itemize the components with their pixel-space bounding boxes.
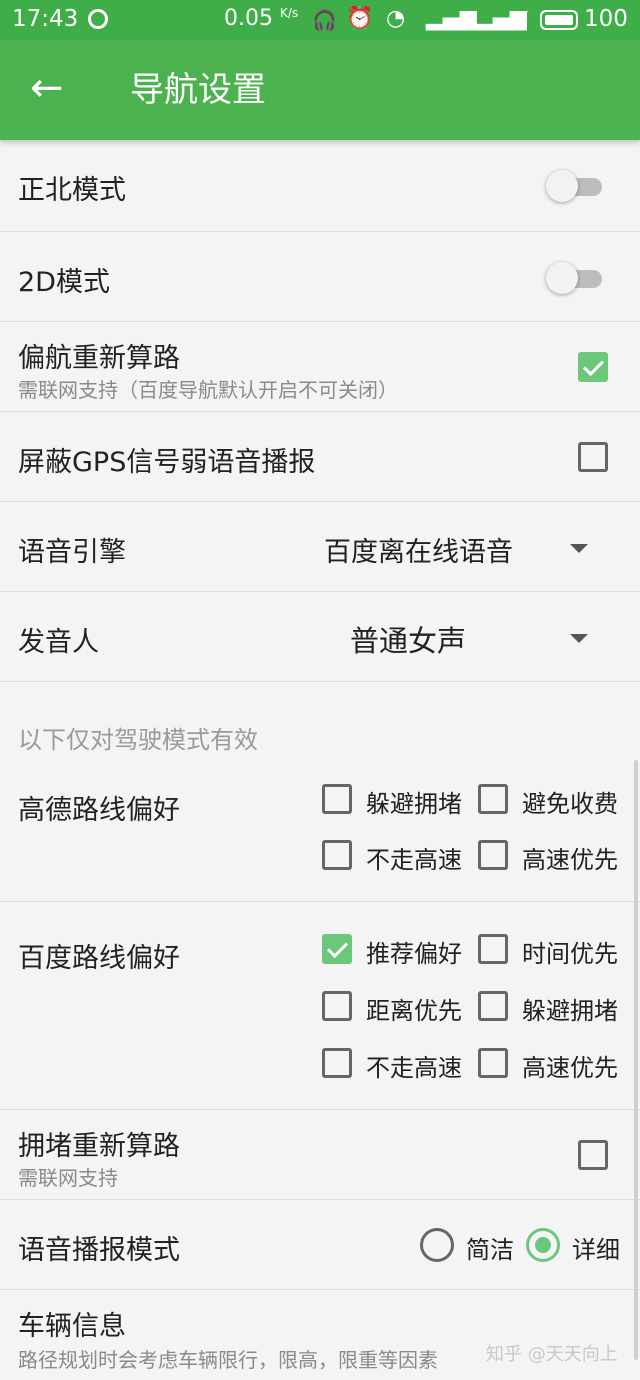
baidu-opt-label[interactable]: 躲避拥堵 bbox=[522, 991, 618, 1026]
setting-label: 偏航重新算路 bbox=[18, 343, 180, 374]
setting-gaode-route-pref: 高德路线偏好 躲避拥堵 避免收费 不走高速 高速优先 bbox=[0, 760, 640, 902]
setting-label: 正北模式 bbox=[18, 175, 126, 206]
watermark: 知乎 @天天向上 bbox=[486, 1344, 618, 1365]
reroute-offtrack-checkbox[interactable] bbox=[578, 352, 608, 382]
headphone-icon: 🎧 bbox=[312, 8, 337, 32]
setting-sublabel: 路径规划时会考虑车辆限行，限高，限重等因素 bbox=[18, 1348, 438, 1372]
battery-level: 100 bbox=[584, 6, 628, 32]
gaode-opt-label[interactable]: 避免收费 bbox=[522, 784, 618, 819]
signal-4g-icon: ▂▄▆ bbox=[426, 6, 477, 31]
gaode-opt-label[interactable]: 躲避拥堵 bbox=[366, 784, 462, 819]
setting-voice-engine[interactable]: 语音引擎 百度离在线语音 bbox=[0, 502, 640, 592]
baidu-opt-label[interactable]: 推荐偏好 bbox=[366, 934, 462, 969]
app-bar: ← 导航设置 bbox=[0, 40, 640, 140]
gaode-opt-avoid-congestion-checkbox[interactable] bbox=[322, 784, 352, 814]
setting-label: 屏蔽GPS信号弱语音播报 bbox=[18, 447, 316, 478]
toggle-thumb bbox=[546, 262, 578, 294]
setting-label: 语音播报模式 bbox=[18, 1235, 180, 1266]
page-title: 导航设置 bbox=[130, 70, 266, 110]
status-bar: 17:43 0.05 K/s 🎧 ⏰ ◔ ▂▄▆ ▂▄▆ ⚡ 100 bbox=[0, 0, 640, 40]
baidu-opt-label[interactable]: 高速优先 bbox=[522, 1048, 618, 1083]
setting-2d-mode[interactable]: 2D模式 bbox=[0, 232, 640, 322]
baidu-opt-label[interactable]: 距离优先 bbox=[366, 991, 462, 1026]
setting-speaker[interactable]: 发音人 普通女声 bbox=[0, 592, 640, 682]
setting-reroute-offtrack[interactable]: 偏航重新算路 需联网支持（百度导航默认开启不可关闭） bbox=[0, 322, 640, 412]
congestion-reroute-checkbox[interactable] bbox=[578, 1140, 608, 1170]
baidu-opt-recommended-checkbox[interactable] bbox=[322, 934, 352, 964]
voice-engine-value[interactable]: 百度离在线语音 bbox=[324, 530, 513, 569]
voice-mode-option-label[interactable]: 简洁 bbox=[466, 1230, 514, 1265]
gaode-opt-label[interactable]: 高速优先 bbox=[522, 840, 618, 875]
baidu-opt-time-first-checkbox[interactable] bbox=[478, 934, 508, 964]
setting-label: 高德路线偏好 bbox=[18, 795, 180, 826]
setting-baidu-route-pref: 百度路线偏好 推荐偏好 时间优先 距离优先 躲避拥堵 不走高速 高速优先 bbox=[0, 902, 640, 1110]
voice-mode-detailed-radio[interactable] bbox=[526, 1228, 560, 1262]
setting-voice-mode: 语音播报模式 简洁 详细 bbox=[0, 1200, 640, 1290]
setting-congestion-reroute[interactable]: 拥堵重新算路 需联网支持 bbox=[0, 1110, 640, 1200]
scrollbar[interactable] bbox=[634, 760, 638, 1360]
baidu-opt-label[interactable]: 不走高速 bbox=[366, 1048, 462, 1083]
setting-label: 百度路线偏好 bbox=[18, 943, 180, 974]
setting-mute-gps-weak[interactable]: 屏蔽GPS信号弱语音播报 bbox=[0, 412, 640, 502]
setting-label: 2D模式 bbox=[18, 267, 110, 298]
voice-mode-concise-radio[interactable] bbox=[420, 1228, 454, 1262]
dropdown-caret-icon[interactable] bbox=[570, 634, 588, 643]
gaode-opt-highway-first-checkbox[interactable] bbox=[478, 840, 508, 870]
gaode-opt-no-highway-checkbox[interactable] bbox=[322, 840, 352, 870]
setting-vehicle-info[interactable]: 车辆信息 路径规划时会考虑车辆限行，限高，限重等因素 bbox=[0, 1290, 640, 1380]
dropdown-caret-icon[interactable] bbox=[570, 544, 588, 553]
app-notification-icon bbox=[88, 9, 108, 29]
setting-sublabel: 需联网支持 bbox=[18, 1166, 118, 1190]
setting-sublabel: 需联网支持（百度导航默认开启不可关闭） bbox=[18, 378, 398, 402]
speaker-value[interactable]: 普通女声 bbox=[350, 618, 466, 660]
voice-mode-option-label[interactable]: 详细 bbox=[572, 1230, 620, 1265]
setting-label: 语音引擎 bbox=[18, 537, 126, 568]
status-time: 17:43 bbox=[12, 6, 79, 32]
network-speed-value: 0.05 bbox=[224, 6, 273, 31]
north-mode-toggle[interactable] bbox=[546, 166, 602, 206]
toggle-thumb bbox=[546, 170, 578, 202]
driving-mode-note: 以下仅对驾驶模式有效 bbox=[18, 726, 258, 754]
2d-mode-toggle[interactable] bbox=[546, 258, 602, 298]
network-speed: 0.05 K/s bbox=[224, 6, 298, 31]
baidu-opt-avoid-congestion-checkbox[interactable] bbox=[478, 991, 508, 1021]
back-arrow-icon[interactable]: ← bbox=[30, 60, 64, 116]
setting-north-mode[interactable]: 正北模式 bbox=[0, 140, 640, 232]
mute-gps-weak-checkbox[interactable] bbox=[578, 442, 608, 472]
setting-label: 发音人 bbox=[18, 627, 99, 658]
battery-icon bbox=[540, 10, 578, 30]
baidu-opt-distance-first-checkbox[interactable] bbox=[322, 991, 352, 1021]
setting-label: 拥堵重新算路 bbox=[18, 1131, 180, 1162]
baidu-opt-no-highway-checkbox[interactable] bbox=[322, 1048, 352, 1078]
setting-label: 车辆信息 bbox=[18, 1311, 126, 1342]
gaode-opt-label[interactable]: 不走高速 bbox=[366, 840, 462, 875]
alarm-icon: ⏰ bbox=[346, 6, 374, 31]
baidu-opt-label[interactable]: 时间优先 bbox=[522, 934, 618, 969]
network-speed-unit: K/s bbox=[279, 6, 299, 20]
baidu-opt-highway-first-checkbox[interactable] bbox=[478, 1048, 508, 1078]
gaode-opt-avoid-toll-checkbox[interactable] bbox=[478, 784, 508, 814]
charging-icon: ⚡ bbox=[516, 6, 531, 30]
wifi-icon: ◔ bbox=[386, 6, 406, 31]
